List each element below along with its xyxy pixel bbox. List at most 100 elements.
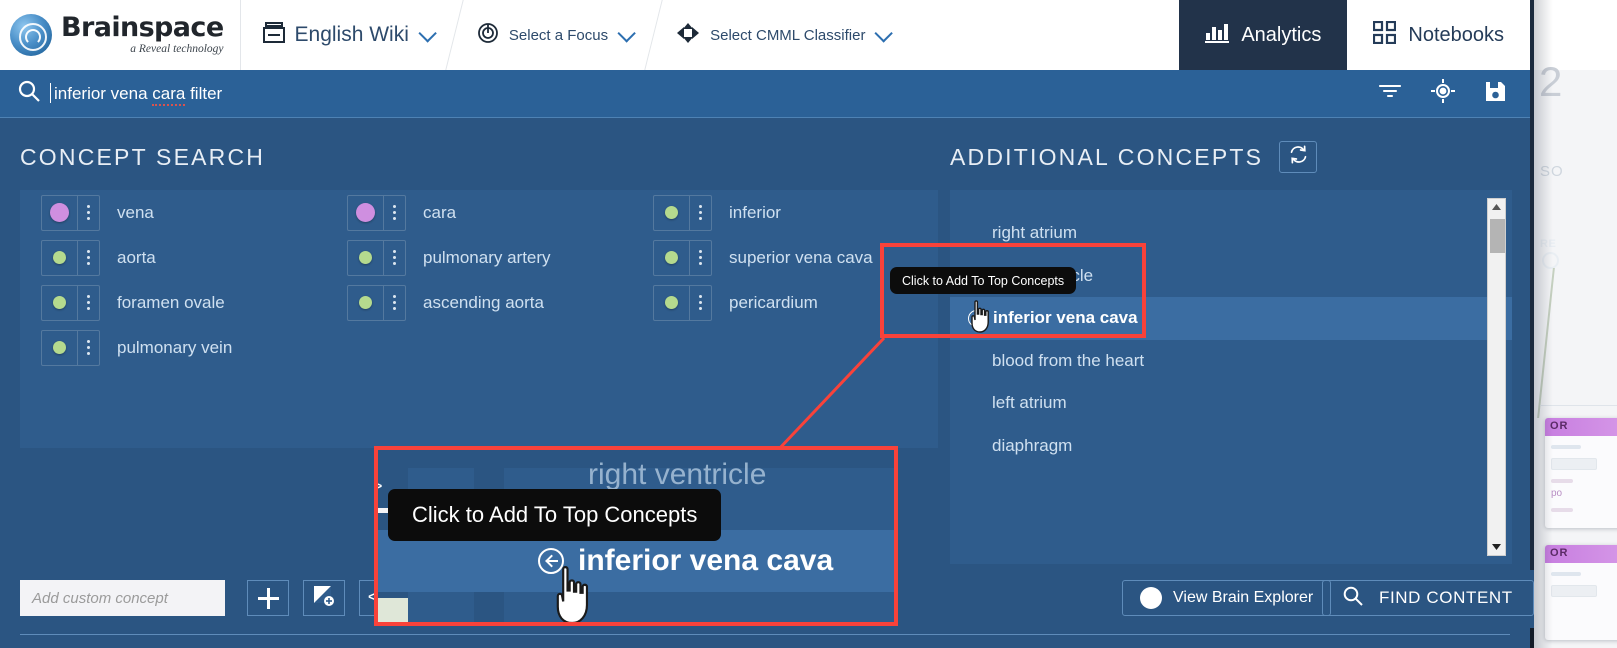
concept-color-swatch[interactable] <box>654 285 690 320</box>
concept-dot-green <box>665 251 678 264</box>
dataset-label: English Wiki <box>294 23 409 46</box>
concept-pill[interactable] <box>347 284 406 321</box>
concept-pill[interactable] <box>653 284 712 321</box>
logo-name: Brainspace <box>61 12 224 44</box>
tab-analytics[interactable]: Analytics <box>1179 0 1348 70</box>
concept-label: superior vena cava <box>729 247 873 267</box>
bar-chart-icon <box>1205 21 1230 49</box>
concept-chip-aorta[interactable]: aorta <box>20 235 326 280</box>
refresh-search-icon <box>1289 145 1308 169</box>
concept-menu-button[interactable] <box>384 286 405 320</box>
header-nav-tabs: Analytics Notebooks <box>1179 0 1530 70</box>
search-input[interactable]: inferior vena cara filter <box>50 82 222 106</box>
concept-color-swatch[interactable] <box>42 330 78 365</box>
concept-search-title: CONCEPT SEARCH <box>20 143 266 170</box>
concept-menu-button[interactable] <box>78 196 99 230</box>
concept-pill[interactable] <box>653 194 712 231</box>
view-brain-explorer-button[interactable]: View Brain Explorer <box>1122 580 1332 616</box>
compass-icon <box>1140 587 1162 609</box>
concept-color-swatch[interactable] <box>348 240 384 275</box>
find-content-label: FIND CONTENT <box>1379 588 1513 607</box>
tooltip: Click to Add To Top Concepts <box>890 267 1077 294</box>
concept-chip-cara[interactable]: cara <box>326 190 632 235</box>
inset-light-fragment <box>378 598 408 622</box>
concept-row: aorta pulmonary artery superior vena cav… <box>20 235 938 280</box>
chevron-down-icon <box>874 23 894 43</box>
concept-chip-vena[interactable]: vena <box>20 190 326 235</box>
concept-pill[interactable] <box>41 329 100 366</box>
text-caret <box>50 82 51 103</box>
concept-color-swatch[interactable] <box>42 240 78 275</box>
scroll-up-arrow-icon[interactable] <box>1488 199 1505 215</box>
concept-chip-ascending-aorta[interactable]: ascending aorta <box>326 280 632 325</box>
concept-pill[interactable] <box>347 194 406 231</box>
additional-concepts-title: ADDITIONAL CONCEPTS <box>950 143 1264 170</box>
concept-label: pericardium <box>729 292 818 312</box>
concept-menu-button[interactable] <box>384 196 405 230</box>
search-bar-actions <box>1378 79 1512 108</box>
list-scrollbar[interactable] <box>1487 198 1506 556</box>
concept-color-swatch[interactable] <box>42 195 78 230</box>
additional-concept-item[interactable]: blood from the heart <box>950 340 1512 383</box>
additional-concepts-header: ADDITIONAL CONCEPTS <box>950 140 1510 174</box>
concept-pill[interactable] <box>41 239 100 276</box>
search-icon <box>1343 586 1363 611</box>
add-to-top-concepts-icon[interactable] <box>968 309 985 327</box>
scrollbar-thumb[interactable] <box>1490 219 1505 253</box>
add-concept-button[interactable] <box>247 580 289 616</box>
concept-pill[interactable] <box>41 284 100 321</box>
concept-color-swatch[interactable] <box>348 195 384 230</box>
additional-concept-label: inferior vena cava <box>993 308 1138 328</box>
concept-row: pulmonary vein <box>20 325 938 370</box>
additional-concept-item[interactable]: right atrium <box>950 212 1512 255</box>
tab-notebooks[interactable]: Notebooks <box>1347 0 1530 70</box>
concept-menu-button[interactable] <box>78 331 99 365</box>
classifier-selector[interactable]: Select CMML Classifier <box>654 0 910 70</box>
refresh-concepts-button[interactable] <box>1279 141 1318 173</box>
add-to-top-concepts-icon <box>538 548 564 574</box>
concept-pill[interactable] <box>41 194 100 231</box>
filter-icon[interactable] <box>1378 83 1402 104</box>
classifier-icon <box>676 22 700 49</box>
concept-pill[interactable] <box>653 239 712 276</box>
concept-color-swatch[interactable] <box>654 240 690 275</box>
concept-chip-inferior[interactable]: inferior <box>632 190 938 235</box>
concept-menu-button[interactable] <box>78 241 99 275</box>
concept-chip-pulmonary-vein[interactable]: pulmonary vein <box>20 325 326 370</box>
save-icon[interactable] <box>1485 81 1506 107</box>
chevron-down-icon <box>617 23 636 43</box>
toolbar-divider <box>20 634 1510 635</box>
additional-concept-item[interactable]: left atrium <box>950 382 1512 425</box>
concept-chip-foramen-ovale[interactable]: foramen ovale <box>20 280 326 325</box>
target-icon[interactable] <box>1431 79 1455 108</box>
scroll-down-arrow-icon[interactable] <box>1488 539 1505 555</box>
add-custom-concept-input[interactable]: Add custom concept <box>20 580 225 616</box>
concept-label: ascending aorta <box>423 292 544 312</box>
screenshot-root: 2 SO RE OR po OR B <box>0 0 1617 648</box>
concept-menu-button[interactable] <box>690 196 711 230</box>
concept-menu-button[interactable] <box>384 241 405 275</box>
concept-search-panel: vena cara inferior aorta pulmonary arter… <box>20 190 938 448</box>
concept-chip-pulmonary-artery[interactable]: pulmonary artery <box>326 235 632 280</box>
brainspace-logo[interactable]: Brainspace a Reveal technology <box>0 0 241 70</box>
additional-concept-item-selected[interactable]: inferior vena cava <box>950 297 1512 340</box>
inset-selected-concept-label: inferior vena cava <box>578 544 834 577</box>
dataset-icon <box>262 21 285 50</box>
concept-color-swatch[interactable] <box>654 195 690 230</box>
concept-color-swatch[interactable] <box>348 285 384 320</box>
concept-row: foramen ovale ascending aorta pericardiu… <box>20 280 938 325</box>
brainspace-logo-text: Brainspace a Reveal technology <box>61 14 224 56</box>
additional-concept-item[interactable]: diaphragm <box>950 425 1512 468</box>
concept-dot-green <box>53 296 66 309</box>
dataset-selector[interactable]: English Wiki <box>241 0 454 70</box>
add-image-button[interactable] <box>303 580 345 616</box>
concept-pill[interactable] <box>347 239 406 276</box>
concept-menu-button[interactable] <box>690 241 711 275</box>
concept-menu-button[interactable] <box>690 286 711 320</box>
concept-menu-button[interactable] <box>78 286 99 320</box>
tab-notebooks-label: Notebooks <box>1408 23 1504 46</box>
find-content-button[interactable]: FIND CONTENT <box>1322 580 1534 616</box>
focus-selector[interactable]: Select a Focus <box>455 0 653 70</box>
concept-dot-green <box>53 251 66 264</box>
concept-color-swatch[interactable] <box>42 285 78 320</box>
